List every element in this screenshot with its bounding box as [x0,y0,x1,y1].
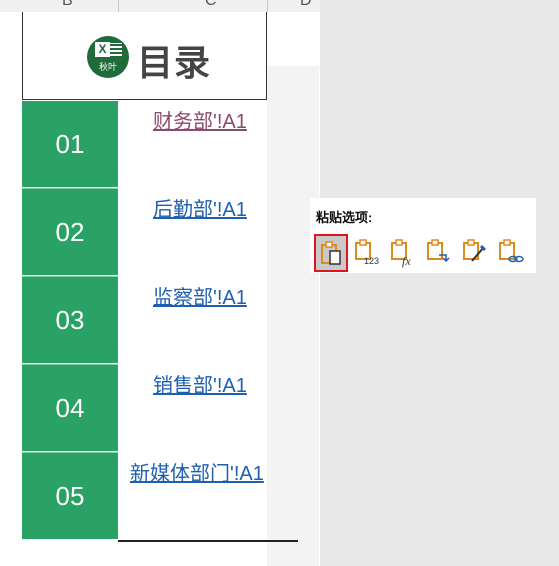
paste-options-panel: 粘贴选项: 123 fx [310,198,536,273]
hyperlink-supervision[interactable]: 监察部'!A1 [153,281,247,310]
paste-transpose-button[interactable] [422,234,456,272]
paste-link-button[interactable] [494,234,528,272]
hyperlink-finance[interactable]: 财务部'!A1 [153,105,247,134]
hyperlink-sales[interactable]: 销售部'!A1 [153,369,247,398]
page-title: 目录 [137,42,212,83]
paste-values-label: 123 [364,256,380,266]
logo-letter: X [95,42,110,57]
title-cell[interactable]: X 秋叶 目录 [22,12,267,100]
hyperlink-new-media[interactable]: 新媒体部门'!A1 [130,457,264,486]
paste-icon [321,241,341,265]
sheet-cells-column-d[interactable] [267,66,319,566]
paste-formulas-label: fx [402,254,411,268]
column-header-c[interactable]: C [205,0,217,10]
row-number-cell-01[interactable]: 01 [22,101,118,187]
column-separator[interactable] [118,0,119,12]
row-number-cell-03[interactable]: 03 [22,277,118,363]
row-number-cell-04[interactable]: 04 [22,365,118,451]
row-number-cell-02[interactable]: 02 [22,189,118,275]
paste-button[interactable] [314,234,348,272]
logo-sub-text: 秋叶 [98,62,117,72]
paste-values-button[interactable]: 123 [350,234,384,272]
paste-transpose-icon [427,239,450,263]
row-number-cell-05[interactable]: 05 [22,453,118,539]
paste-formulas-button[interactable]: fx [386,234,420,272]
paste-formatting-button[interactable] [458,234,492,272]
column-separator[interactable] [267,0,268,12]
paste-options-title: 粘贴选项: [316,210,373,225]
column-header-d[interactable]: D [300,0,312,10]
paste-link-icon [499,239,524,263]
hyperlink-logistics[interactable]: 后勤部'!A1 [153,193,247,222]
column-header-b[interactable]: B [62,0,73,10]
excel-logo-icon: X 秋叶 [87,36,129,78]
cell-bottom-border [118,540,298,542]
logo-grid [109,43,122,56]
paste-formatting-icon [463,239,486,262]
